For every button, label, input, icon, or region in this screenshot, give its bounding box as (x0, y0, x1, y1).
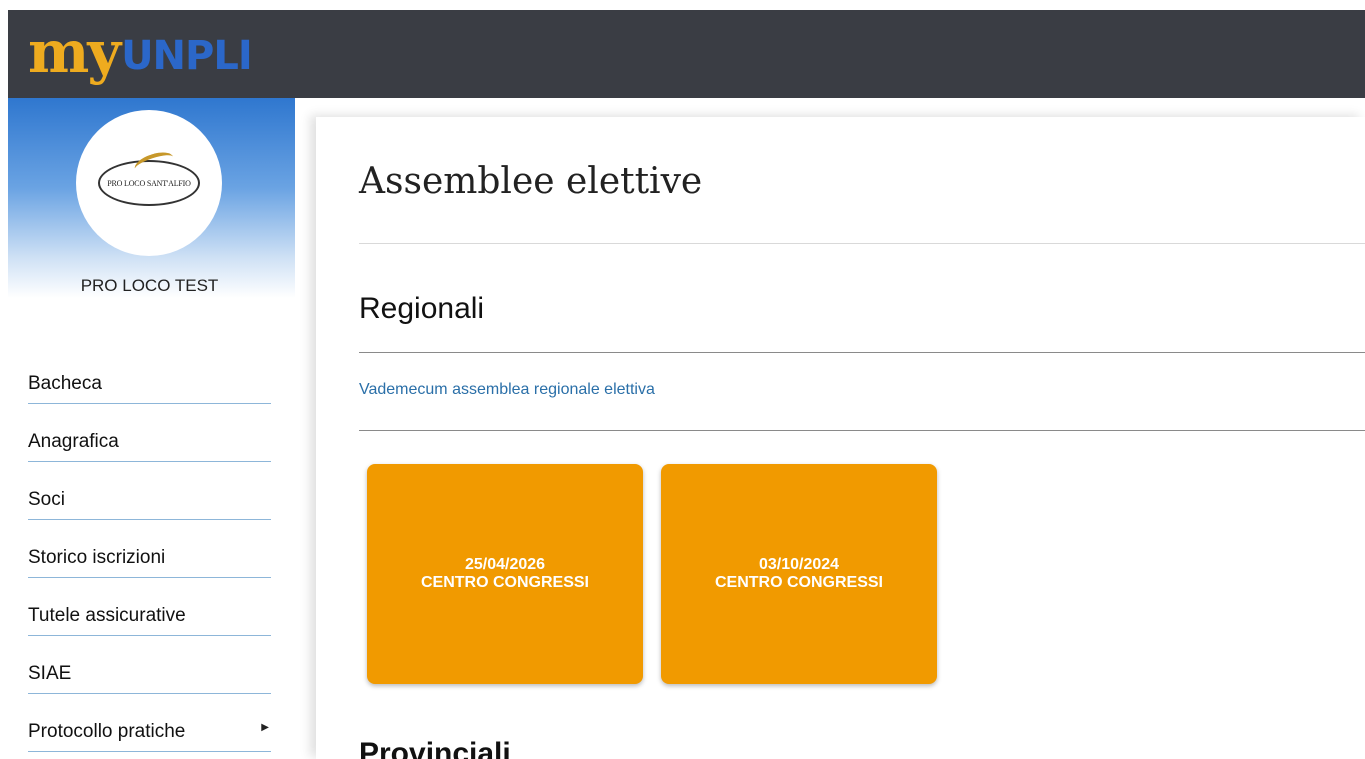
assembly-date: 03/10/2024 (758, 556, 840, 573)
myunpli-logo[interactable]: my UNPLI (28, 14, 253, 86)
logo-unpli-text: UNPLI (121, 33, 253, 79)
sidebar-item-label: Anagrafica (28, 431, 119, 452)
sidebar-nav: Bacheca Anagrafica Soci Storico iscrizio… (28, 346, 271, 752)
sidebar-item-protocollo-pratiche[interactable]: Protocollo pratiche ▶ (28, 694, 271, 752)
window-frame-top (0, 0, 1365, 10)
organization-name: PRO LOCO TEST (80, 276, 219, 295)
caret-right-icon: ▶ (261, 722, 269, 733)
organization-avatar: PRO LOCO SANT'ALFIO (76, 110, 222, 256)
sidebar-item-siae[interactable]: SIAE (28, 636, 271, 694)
sidebar-item-soci[interactable]: Soci (28, 462, 271, 520)
assembly-place: CENTRO CONGRESSI (714, 574, 883, 591)
sidebar-item-label: Soci (28, 489, 65, 510)
section-title-regionali: Regionali (359, 292, 485, 325)
sidebar-item-anagrafica[interactable]: Anagrafica (28, 404, 271, 462)
window-frame-left (0, 0, 8, 759)
sidebar-item-bacheca[interactable]: Bacheca (28, 346, 271, 404)
assembly-card[interactable]: 03/10/2024 CENTRO CONGRESSI (661, 464, 937, 684)
assembly-place: CENTRO CONGRESSI (420, 574, 589, 591)
sidebar-item-label: Bacheca (28, 373, 102, 394)
sidebar-item-storico-iscrizioni[interactable]: Storico iscrizioni (28, 520, 271, 578)
link-divider (359, 430, 1365, 431)
pro-loco-seal-logo: PRO LOCO SANT'ALFIO (98, 148, 200, 206)
sidebar-item-label: Storico iscrizioni (28, 547, 166, 568)
assembly-date: 25/04/2026 (464, 556, 546, 573)
sidebar-item-label: Protocollo pratiche (28, 721, 186, 742)
sidebar-item-label: Tutele assicurative (28, 605, 186, 626)
section-divider (359, 352, 1365, 353)
sidebar: PRO LOCO SANT'ALFIO PRO LOCO TEST Bachec… (8, 98, 295, 759)
sidebar-profile-header: PRO LOCO SANT'ALFIO PRO LOCO TEST (8, 98, 295, 298)
seal-text: PRO LOCO SANT'ALFIO (107, 178, 191, 188)
app-header: my UNPLI (8, 10, 1365, 98)
logo-my-text: my (28, 18, 121, 86)
assembly-card[interactable]: 25/04/2026 CENTRO CONGRESSI (367, 464, 643, 684)
quill-icon (132, 148, 176, 178)
sidebar-item-label: SIAE (28, 663, 72, 684)
section-title-provinciali: Provinciali (359, 737, 511, 759)
sidebar-item-tutele-assicurative[interactable]: Tutele assicurative (28, 578, 271, 636)
main-content: Assemblee elettive Regionali Vademecum a… (316, 117, 1365, 759)
page-title: Assemblee elettive (359, 161, 703, 202)
vademecum-link[interactable]: Vademecum assemblea regionale elettiva (359, 381, 655, 399)
title-divider (359, 243, 1365, 244)
